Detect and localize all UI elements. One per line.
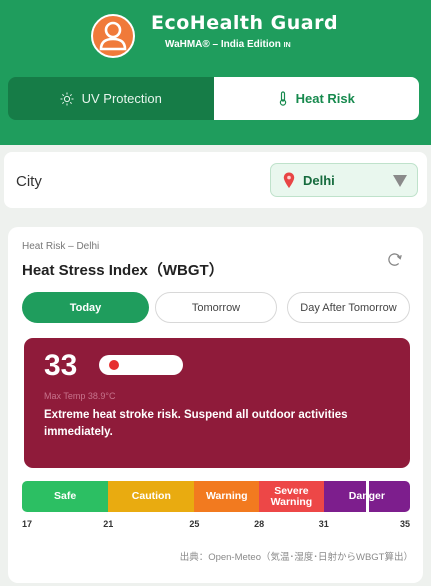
refresh-button[interactable] xyxy=(386,251,403,273)
thermometer-icon xyxy=(279,91,286,106)
user-avatar[interactable] xyxy=(91,14,135,58)
card-eyebrow: Heat Risk – Delhi xyxy=(22,241,100,252)
sun-icon xyxy=(60,92,74,105)
wbgt-scale-bar: SafeCautionWarningSevere WarningDanger xyxy=(22,481,410,512)
scale-tick-label: 28 xyxy=(254,519,265,529)
heat-stress-card: Heat Risk – Delhi Heat Stress Index（WBGT… xyxy=(8,227,423,583)
scale-segment-warning: Warning xyxy=(194,481,260,512)
scale-segment-safe: Safe xyxy=(22,481,109,512)
card-title: Heat Stress Index（WBGT） xyxy=(22,262,224,279)
scale-segment-caution: Caution xyxy=(108,481,195,512)
tab-heat-risk[interactable]: Heat Risk xyxy=(213,77,419,120)
data-source-note: 出典：Open-Meteo（気温･湿度･日射からWBGT算出） xyxy=(179,552,413,563)
scale-tick-label: 25 xyxy=(189,519,200,529)
scale-tick-label: 35 xyxy=(399,519,410,529)
main-tabs: UV Protection Heat Risk xyxy=(8,77,419,120)
chevron-down-icon xyxy=(393,175,407,187)
location-pin-icon xyxy=(283,172,295,188)
day-after-tomorrow-button[interactable]: Day After Tomorrow xyxy=(287,292,410,323)
scale-tick-label: 17 xyxy=(22,519,33,529)
country-flag-label: IN xyxy=(283,42,291,49)
day-today-button[interactable]: Today xyxy=(22,292,149,323)
scale-segment-severe-warning: Severe Warning xyxy=(259,481,324,512)
app-subtitle: WaHMA® – India Edition IN xyxy=(165,39,291,50)
app-title: EcoHealth Guard xyxy=(151,12,339,34)
user-icon xyxy=(99,21,127,51)
scale-tick-label: 21 xyxy=(103,519,114,529)
risk-dot-icon xyxy=(109,360,119,370)
city-label: City xyxy=(16,173,42,190)
tab-uv-label: UV Protection xyxy=(81,91,162,106)
city-dropdown[interactable]: Delhi xyxy=(270,163,418,197)
scale-tick-label: 31 xyxy=(318,519,329,529)
heat-alert-panel: 33 Max Temp 38.9°C Extreme heat stroke r… xyxy=(24,338,410,468)
app-header: EcoHealth Guard WaHMA® – India Edition I… xyxy=(0,0,431,145)
alert-message: Extreme heat stroke risk. Suspend all ou… xyxy=(44,409,348,438)
tab-heat-label: Heat Risk xyxy=(295,91,355,106)
app-edition: WaHMA® – India Edition xyxy=(165,39,281,50)
current-level-marker xyxy=(366,481,369,514)
max-temperature: Max Temp 38.9°C xyxy=(44,391,116,401)
refresh-icon xyxy=(388,253,402,266)
risk-level-pill xyxy=(99,355,183,375)
wbgt-value: 33 xyxy=(44,349,78,382)
tab-uv-protection[interactable]: UV Protection xyxy=(8,77,214,120)
city-selected-value: Delhi xyxy=(303,173,335,188)
day-tomorrow-button[interactable]: Tomorrow xyxy=(155,292,277,323)
